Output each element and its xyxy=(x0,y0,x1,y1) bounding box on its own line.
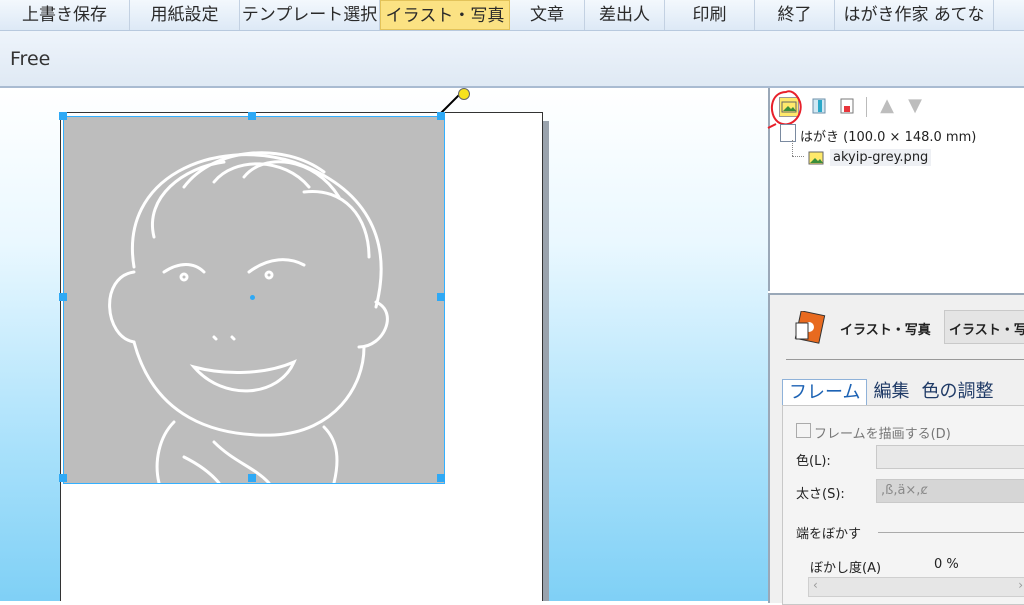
resize-handle-w[interactable] xyxy=(59,293,67,301)
properties-dropdown[interactable]: イラスト・写真 xyxy=(944,310,1024,344)
text-frame-icon[interactable] xyxy=(810,97,828,115)
scroll-left-icon[interactable]: ‹ xyxy=(813,578,818,592)
thickness-field[interactable]: ,ß,ä×,ȼ xyxy=(876,479,1024,503)
tree-connector-h xyxy=(792,156,804,158)
image-file-icon xyxy=(808,150,824,165)
tree-root-label[interactable]: はがき (100.0 × 148.0 mm) xyxy=(800,126,976,145)
properties-panel: イラスト・写真 イラスト・写真 フレーム編集色の調整 フレームを描画する(D) … xyxy=(768,293,1024,605)
color-field[interactable] xyxy=(876,445,1024,469)
menu-item-6[interactable]: 印刷 xyxy=(665,0,755,30)
rotation-handle[interactable] xyxy=(458,88,470,100)
toolbar-label: Free xyxy=(10,48,51,70)
menu-item-4[interactable]: 文章 xyxy=(510,0,585,30)
face-sketch xyxy=(108,151,389,485)
color-label: 色(L): xyxy=(796,454,831,469)
draw-frame-label: フレームを描画する(D) xyxy=(814,427,951,442)
dropdown-value: イラスト・写真 xyxy=(949,323,1024,338)
selected-illustration[interactable] xyxy=(63,116,445,485)
tab-1[interactable]: 編集 xyxy=(867,379,915,405)
blur-value: 0 % xyxy=(934,557,959,572)
tab-0[interactable]: フレーム xyxy=(782,379,868,405)
blur-label: ぼかし度(A) xyxy=(810,561,882,576)
blur-section-line xyxy=(878,532,1024,533)
resize-handle-ne[interactable] xyxy=(437,112,445,120)
up-arrow-icon[interactable]: ▲ xyxy=(878,97,896,115)
blur-section-label: 端をぼかす xyxy=(796,527,862,542)
toolbar: Free xyxy=(0,31,1024,88)
menu-item-1[interactable]: 用紙設定 xyxy=(130,0,240,30)
design-canvas[interactable] xyxy=(0,88,768,601)
down-arrow-icon[interactable]: ▼ xyxy=(906,97,924,115)
shape-icon[interactable] xyxy=(838,97,856,115)
center-point xyxy=(250,295,255,300)
thickness-value: ,ß,ä×,ȼ xyxy=(881,483,928,498)
menu-item-7[interactable]: 終了 xyxy=(755,0,835,30)
menu-item-5[interactable]: 差出人 xyxy=(585,0,665,30)
draw-frame-checkbox[interactable] xyxy=(796,423,811,438)
menu-item-2[interactable]: テンプレート選択 xyxy=(240,0,380,30)
toolbar-separator xyxy=(866,97,867,117)
resize-handle-e[interactable] xyxy=(437,293,445,301)
menu-item-8[interactable]: はがき作家 あてな xyxy=(835,0,994,30)
blur-slider[interactable]: ‹ › xyxy=(808,577,1024,597)
menu-item-0[interactable]: 上書き保存 xyxy=(0,0,130,30)
menu-bar: 上書き保存 用紙設定 テンプレート選択 イラスト・写真 文章 差出人 印刷 終了 はがき作家 あ… xyxy=(0,0,1024,31)
properties-tabs: フレーム 編集 色の調整 xyxy=(782,379,999,405)
illustration-icon xyxy=(792,310,826,345)
resize-handle-nw[interactable] xyxy=(59,112,67,120)
resize-handle-sw[interactable] xyxy=(59,474,67,482)
scroll-right-icon[interactable]: › xyxy=(1018,578,1023,592)
thickness-label: 太さ(S): xyxy=(796,487,845,502)
resize-handle-n[interactable] xyxy=(248,112,256,120)
divider xyxy=(786,359,1024,360)
properties-title: イラスト・写真 xyxy=(840,323,931,338)
tree-child-file[interactable]: akyip-grey.png xyxy=(830,149,932,166)
menu-item-3[interactable]: イラスト・写真 xyxy=(380,0,510,30)
resize-handle-se[interactable] xyxy=(437,474,445,482)
tree-connector xyxy=(792,140,794,156)
layer-panel: ▲ ▼ はがき (100.0 × 148.0 mm) akyip-grey.pn… xyxy=(767,88,1024,291)
tab-2[interactable]: 色の調整 xyxy=(915,379,999,405)
resize-handle-s[interactable] xyxy=(248,474,256,482)
